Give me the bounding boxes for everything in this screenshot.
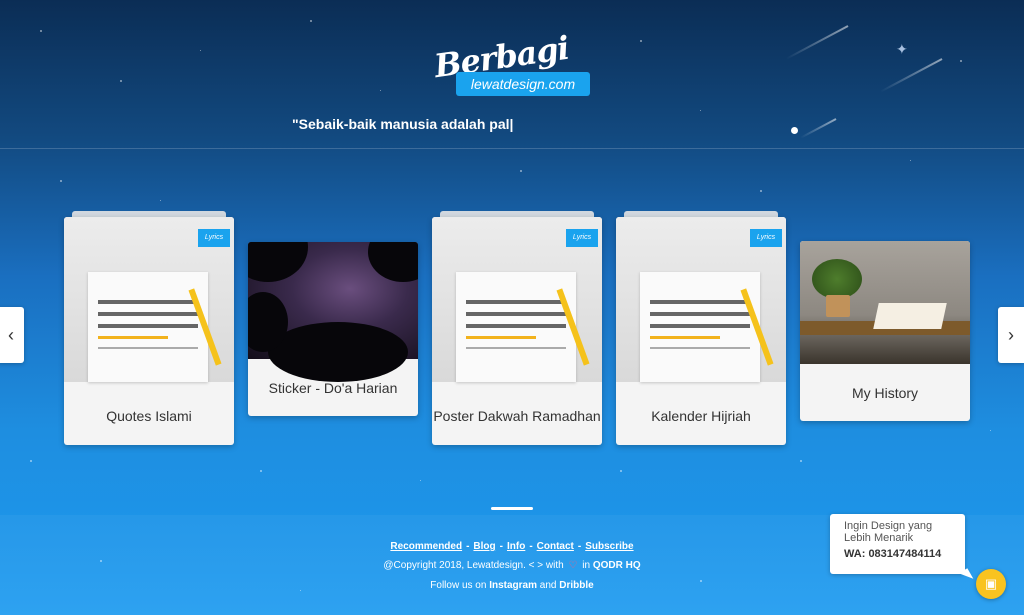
site-logo[interactable]: Berbagi lewatdesign.com: [430, 29, 595, 102]
logo-badge: lewatdesign.com: [456, 72, 590, 96]
card-image: Lyrics: [64, 217, 234, 382]
whatsapp-callout-title: Ingin Design yang Lebih Menarik: [844, 520, 933, 544]
card-label: Kalender Hijriah: [651, 408, 751, 424]
card-label: My History: [851, 385, 919, 401]
lyrics-tag: Lyrics: [566, 229, 598, 247]
plant-illustration: [812, 259, 862, 299]
whatsapp-callout[interactable]: Ingin Design yang Lebih Menarik WA: 0831…: [830, 514, 965, 574]
lyrics-tag: Lyrics: [198, 229, 230, 247]
card-kalender-hijriah[interactable]: Lyrics Kalender Hijriah: [616, 217, 786, 445]
footer-link-subscribe[interactable]: Subscribe: [585, 541, 633, 552]
instagram-link[interactable]: Instagram: [489, 580, 537, 591]
chevron-left-icon: ‹: [8, 325, 14, 345]
sparkle-icon: ✦: [896, 41, 908, 57]
card-label: Poster Dakwah Ramadhan: [433, 408, 601, 424]
header-divider: [0, 148, 1024, 149]
lyrics-tag: Lyrics: [750, 229, 782, 247]
card-image: Lyrics: [432, 217, 602, 382]
card-sticker-doa-harian[interactable]: Sticker - Do'a Harian: [248, 242, 418, 416]
footer-link-blog[interactable]: Blog: [473, 541, 495, 552]
card-label: Quotes Islami: [106, 408, 192, 424]
code-icon: < >: [528, 560, 544, 571]
card-image: [800, 241, 970, 364]
shooting-star: [879, 58, 943, 93]
shooting-star-head: [791, 127, 798, 134]
card-poster-dakwah-ramadhan[interactable]: Lyrics Poster Dakwah Ramadhan: [432, 217, 602, 445]
card-image: Lyrics: [616, 217, 786, 382]
dribble-link[interactable]: Dribble: [559, 580, 593, 591]
book-illustration: [640, 272, 760, 382]
shooting-star: [785, 25, 849, 60]
carousel-pager[interactable]: [491, 507, 533, 510]
footer-link-info[interactable]: Info: [507, 541, 525, 552]
book-illustration: [456, 272, 576, 382]
card-label: Sticker - Do'a Harian: [268, 380, 398, 396]
card-quotes-islami[interactable]: Lyrics Quotes Islami: [64, 217, 234, 445]
card-my-history[interactable]: My History: [800, 241, 970, 421]
chevron-right-icon: ›: [1008, 325, 1014, 345]
typing-quote: "Sebaik-baik manusia adalah pal|: [292, 116, 514, 132]
carousel-next-button[interactable]: ›: [998, 307, 1024, 363]
footer-link-contact[interactable]: Contact: [537, 541, 574, 552]
chat-button[interactable]: ▣: [976, 569, 1006, 599]
footer-link-recommended[interactable]: Recommended: [390, 541, 462, 552]
whatsapp-number: WA: 083147484114: [844, 548, 942, 560]
open-book-illustration: [873, 303, 947, 329]
follow-us: Follow us on Instagram and Dribble: [430, 580, 594, 591]
heart-icon: ♡: [568, 560, 578, 571]
card-image: [248, 242, 418, 382]
carousel-prev-button[interactable]: ‹: [0, 307, 24, 363]
shooting-star: [800, 118, 837, 139]
book-illustration: [88, 272, 208, 382]
chat-icon: ▣: [984, 576, 998, 591]
